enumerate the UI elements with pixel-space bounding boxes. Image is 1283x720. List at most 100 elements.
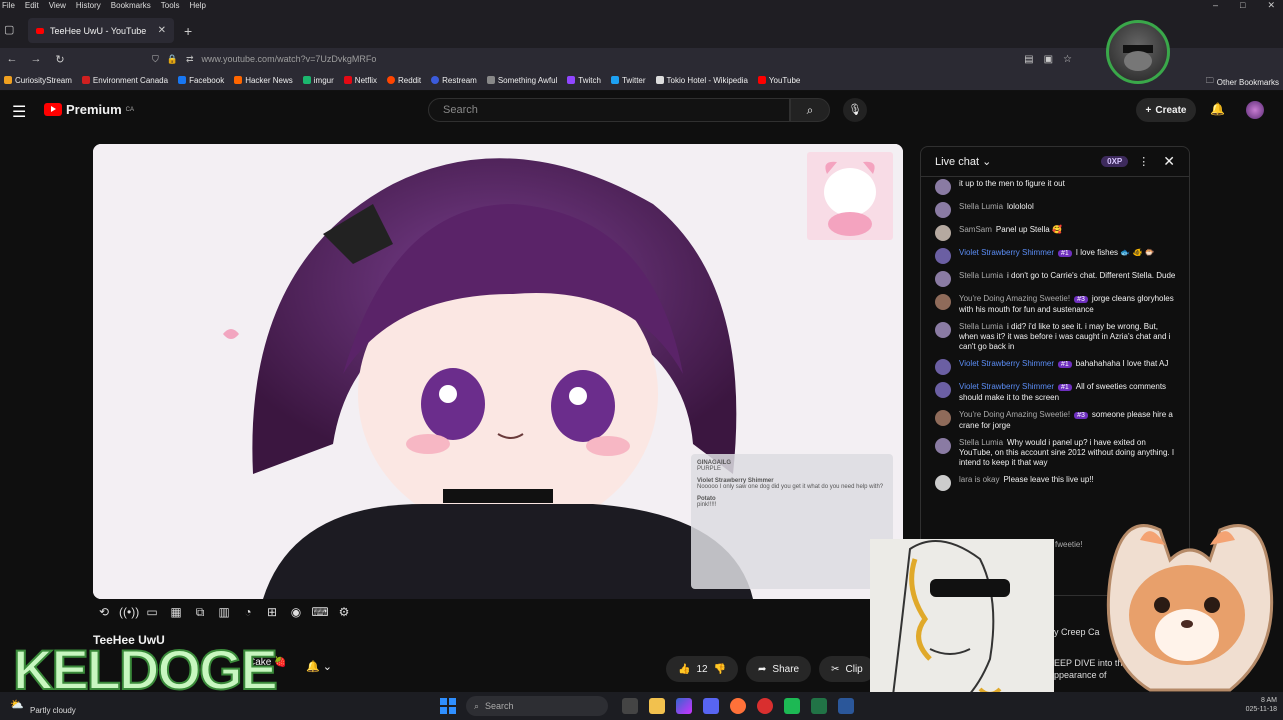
chat-author[interactable]: SamSam	[959, 225, 992, 234]
video-player[interactable]: GINAGAILG PURPLE Violet Strawberry Shimme…	[93, 144, 903, 599]
menu-tools[interactable]: Tools	[161, 0, 180, 11]
windows-start-icon[interactable]	[440, 698, 456, 714]
bookmark-twitch[interactable]: Twitch	[567, 76, 601, 85]
bookmark-reddit[interactable]: Reddit	[387, 76, 421, 85]
chat-avatar	[935, 322, 951, 338]
popout-icon[interactable]: ⊞	[263, 605, 281, 620]
lock-icon[interactable]: 🔒	[167, 54, 178, 65]
chat-author[interactable]: You're Doing Amazing Sweetie!	[959, 410, 1070, 419]
chat-message: lara is okay Please leave this live up!!	[935, 475, 1177, 491]
bookmark-netflix[interactable]: Netflix	[343, 76, 377, 85]
app-green-icon[interactable]	[784, 698, 800, 714]
new-tab-button[interactable]: +	[184, 23, 192, 39]
menu-edit[interactable]: Edit	[25, 0, 39, 11]
chat-author[interactable]: lara is okay	[959, 475, 999, 484]
app-red-icon[interactable]	[757, 698, 773, 714]
resize-icon[interactable]: ⧉	[191, 605, 209, 620]
thumbs-down-icon[interactable]: 👎	[714, 664, 726, 675]
chat-author[interactable]: Stella Lumia	[959, 438, 1003, 447]
menu-history[interactable]: History	[76, 0, 101, 11]
bookmark-hacker-news[interactable]: Hacker News	[234, 76, 293, 85]
speed-icon[interactable]: ◔	[239, 605, 257, 620]
chat-message: SamSam Panel up Stella 🥰	[935, 225, 1177, 241]
back-icon[interactable]: ←	[0, 53, 24, 65]
film-icon[interactable]: ▦	[167, 605, 185, 620]
chat-author[interactable]: Violet Strawberry Shimmer	[959, 248, 1054, 257]
xp-badge[interactable]: 0XP	[1101, 156, 1129, 167]
chat-author[interactable]: You're Doing Amazing Sweetie!	[959, 294, 1070, 303]
bookmark-youtube[interactable]: YouTube	[757, 76, 800, 85]
task-view-icon[interactable]	[622, 698, 638, 714]
address-bar[interactable]: ⛉ 🔒 ⇄ www.youtube.com/watch?v=7UzDvkgMRF…	[152, 50, 1072, 68]
screenshot-icon[interactable]: ▣	[1044, 54, 1053, 65]
settings-gear-icon[interactable]: ⚙	[335, 605, 353, 620]
bookmark-something-awful[interactable]: Something Awful	[486, 76, 557, 85]
share-button[interactable]: ➦ Share	[746, 656, 812, 682]
file-explorer-icon[interactable]	[649, 698, 665, 714]
pip-icon[interactable]: ▭	[143, 605, 161, 620]
maximize-button[interactable]: □	[1240, 0, 1245, 11]
weather-icon[interactable]: ⛅	[10, 698, 24, 711]
url-text[interactable]: www.youtube.com/watch?v=7UzDvkgMRFo	[202, 54, 377, 64]
other-bookmarks[interactable]: 🗀 Other Bookmarks	[1206, 75, 1279, 89]
bookmark-curiositystream[interactable]: CuriosityStream	[4, 76, 72, 85]
loop-icon[interactable]: ⟲	[95, 605, 113, 620]
copilot-icon[interactable]	[676, 698, 692, 714]
search-button[interactable]: ⌕	[790, 98, 830, 122]
tab-youtube[interactable]: TeeHee UwU - YouTube ✕	[28, 18, 174, 43]
close-chat-icon[interactable]: ✕	[1163, 153, 1175, 170]
reader-view-icon[interactable]: ▤	[1024, 54, 1033, 65]
chevron-down-icon[interactable]: ⌄	[979, 155, 991, 168]
bookmark-restream[interactable]: Restream	[431, 76, 477, 85]
chat-author[interactable]: Stella Lumia	[959, 322, 1003, 331]
bookmark-star-icon[interactable]: ☆	[1063, 54, 1072, 65]
live-chat-title[interactable]: Live chat	[935, 156, 979, 168]
chat-author[interactable]: Stella Lumia	[959, 202, 1003, 211]
clip-button[interactable]: ✂ Clip	[819, 656, 875, 682]
chat-author[interactable]: Violet Strawberry Shimmer	[959, 382, 1054, 391]
weather-text[interactable]: Partly cloudy	[30, 706, 76, 715]
menu-file[interactable]: File	[2, 0, 15, 11]
chat-avatar	[935, 225, 951, 241]
voice-search-button[interactable]: 🎙	[843, 98, 867, 122]
bookmark-environment-canada[interactable]: Environment Canada	[81, 76, 168, 85]
more-options-icon[interactable]: ⋮	[1138, 155, 1149, 168]
tab-close-icon[interactable]: ✕	[158, 25, 166, 36]
chat-author[interactable]: Violet Strawberry Shimmer	[959, 359, 1054, 368]
minimize-button[interactable]: –	[1213, 0, 1218, 11]
word-icon[interactable]	[838, 698, 854, 714]
like-dislike-group: 👍 12 👎	[666, 656, 739, 682]
menu-bookmarks[interactable]: Bookmarks	[111, 0, 151, 11]
firefox-icon[interactable]	[730, 698, 746, 714]
search-input[interactable]: Search	[428, 98, 790, 122]
create-button[interactable]: + Create	[1136, 98, 1196, 122]
menu-view[interactable]: View	[49, 0, 66, 11]
chat-author[interactable]: Stella Lumia	[959, 271, 1003, 280]
hamburger-menu-icon[interactable]: ☰	[12, 102, 26, 122]
tab-list-icon[interactable]: ▢	[4, 23, 14, 36]
youtube-icon	[757, 76, 766, 84]
close-window-button[interactable]: ✕	[1267, 0, 1275, 11]
screenshot-camera-icon[interactable]: ◉	[287, 605, 305, 620]
youtube-premium-logo[interactable]: Premium CA	[44, 102, 134, 117]
menu-help[interactable]: Help	[189, 0, 205, 11]
discord-icon[interactable]	[703, 698, 719, 714]
audio-icon[interactable]: ((•))	[119, 605, 139, 620]
taskbar-search[interactable]: ⌕ Search	[466, 696, 608, 716]
bookmark-facebook[interactable]: Facebook	[178, 76, 224, 85]
shield-icon[interactable]: ⛉	[152, 54, 159, 65]
account-avatar[interactable]	[1246, 101, 1264, 119]
bookmark-tokio-hotel[interactable]: Tokio Hotel - Wikipedia	[655, 76, 748, 85]
subscription-bell-icon[interactable]: 🔔 ⌄	[306, 660, 332, 673]
thumbs-up-icon[interactable]: 👍	[678, 664, 690, 675]
forward-icon[interactable]: →	[24, 53, 48, 65]
system-clock[interactable]: 8 AM 025-11-18	[1246, 696, 1277, 714]
notifications-bell-icon[interactable]: 🔔	[1210, 102, 1225, 116]
excel-icon[interactable]	[811, 698, 827, 714]
keyboard-icon[interactable]: ⌨	[311, 605, 329, 620]
bookmark-imgur[interactable]: imgur	[302, 76, 334, 85]
permissions-icon[interactable]: ⇄	[186, 54, 194, 65]
bookmark-twitter[interactable]: Twitter	[610, 76, 646, 85]
reload-icon[interactable]: ↻	[48, 53, 72, 66]
theater-icon[interactable]: ▥	[215, 605, 233, 620]
